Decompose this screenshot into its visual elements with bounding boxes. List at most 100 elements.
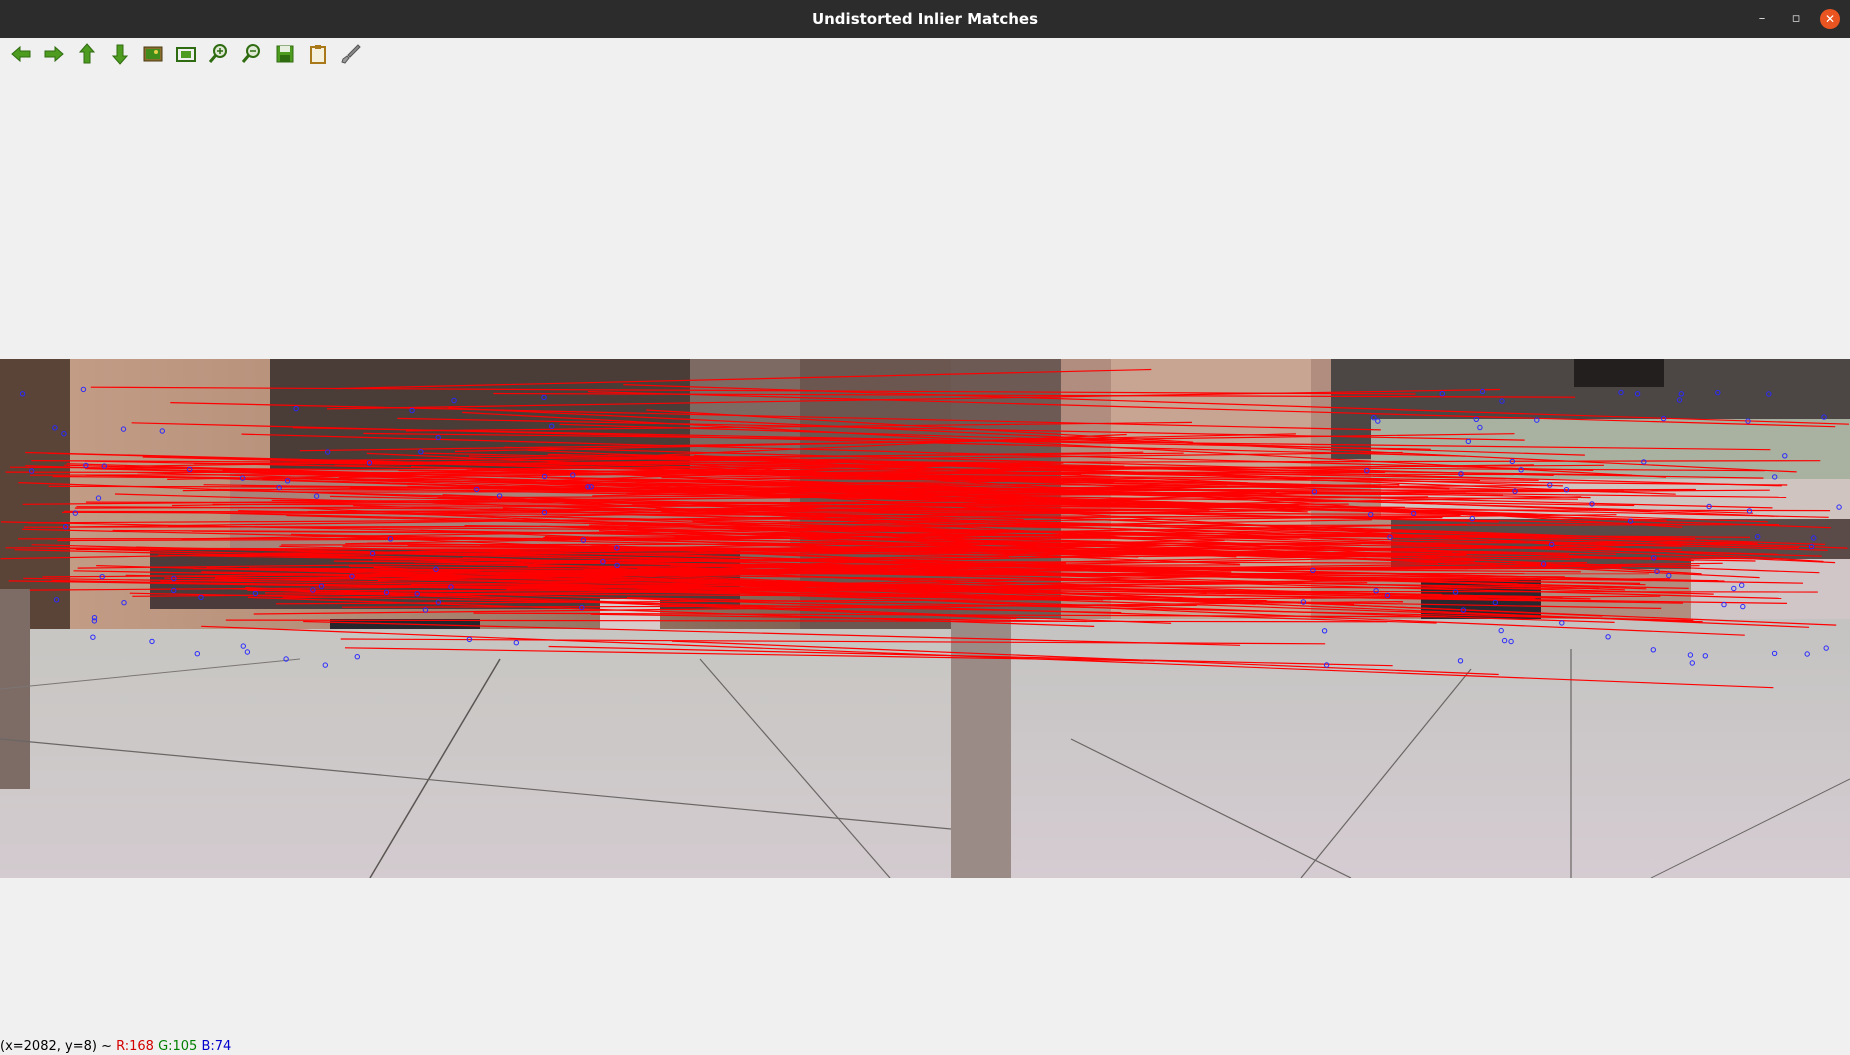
pan-up-button[interactable]	[74, 41, 100, 67]
keypoint-marker	[1498, 627, 1504, 634]
match-line	[559, 423, 1585, 456]
keypoint-marker	[1457, 658, 1464, 664]
keypoint-marker	[91, 615, 98, 621]
copy-button[interactable]	[305, 41, 331, 67]
keypoint-marker	[1731, 585, 1737, 592]
keypoint-marker	[1836, 504, 1842, 510]
keypoint-marker	[1492, 599, 1499, 606]
pan-right-button[interactable]	[41, 41, 67, 67]
keypoint-marker	[1702, 653, 1709, 659]
keypoint-marker	[52, 425, 58, 431]
keypoint-marker	[19, 391, 26, 397]
keypoint-marker	[240, 643, 247, 649]
keypoint-marker	[1499, 398, 1505, 404]
zoom-out-icon	[241, 44, 260, 63]
keypoint-marker	[80, 386, 87, 393]
keypoint-marker	[90, 634, 96, 640]
keypoint-marker	[409, 407, 415, 414]
keypoint-marker	[313, 493, 320, 499]
zoom-in-icon	[208, 44, 227, 63]
keypoint-marker	[244, 649, 251, 655]
arrow-up-icon	[78, 43, 96, 64]
match-overlay	[0, 368, 1850, 689]
match-line	[335, 368, 1152, 390]
keypoint-marker	[1323, 662, 1330, 668]
fit-window-icon	[176, 47, 196, 62]
keypoint-marker	[451, 397, 457, 404]
keypoint-marker	[1821, 414, 1827, 420]
blue-value: B:74	[201, 1039, 232, 1054]
save-icon	[276, 45, 294, 63]
keypoint-marker	[1439, 391, 1446, 397]
zoom-original-button[interactable]	[140, 41, 166, 67]
keypoint-marker	[1782, 453, 1788, 459]
keypoint-marker	[1373, 588, 1379, 594]
window-title: Undistorted Inlier Matches	[811, 10, 1039, 28]
keypoint-marker	[1641, 459, 1647, 465]
keypoint-marker	[418, 449, 424, 455]
keypoint-marker	[1508, 638, 1514, 645]
match-line	[588, 585, 1745, 636]
clipboard-icon	[310, 45, 326, 64]
keypoint-marker	[1477, 424, 1483, 431]
keypoint-marker	[53, 597, 60, 603]
keypoint-marker	[422, 607, 429, 613]
keypoint-marker	[1666, 572, 1672, 579]
keypoint-marker	[1715, 389, 1721, 396]
keypoint-marker	[1650, 647, 1657, 653]
keypoint-marker	[1687, 652, 1694, 658]
match-line	[303, 620, 1241, 646]
keypoint-marker	[61, 431, 67, 437]
keypoint-marker	[1375, 418, 1381, 424]
keypoint-marker	[1473, 416, 1480, 422]
cursor-coordinates: (x=2082, y=8) ~	[0, 1039, 117, 1054]
match-line	[588, 391, 1836, 428]
save-button[interactable]	[272, 41, 298, 67]
minimize-button[interactable]: –	[1752, 9, 1772, 29]
keypoint-marker	[121, 600, 127, 606]
keypoint-marker	[283, 656, 289, 662]
match-line	[326, 388, 1500, 410]
keypoint-marker	[1465, 438, 1472, 445]
keypoint-marker	[149, 638, 155, 645]
arrow-right-icon	[44, 45, 64, 63]
pan-down-button[interactable]	[107, 41, 133, 67]
title-bar: Undistorted Inlier Matches – ▫ ✕	[0, 0, 1850, 38]
keypoint-marker	[1605, 634, 1611, 640]
match-line	[340, 638, 1326, 645]
keypoint-marker	[1766, 391, 1772, 397]
arrow-down-icon	[111, 44, 129, 65]
match-line	[201, 625, 1774, 689]
green-value: G:105	[158, 1039, 198, 1054]
properties-button[interactable]	[338, 41, 364, 67]
keypoint-marker	[1559, 620, 1565, 626]
image-canvas[interactable]	[0, 68, 1850, 1041]
keypoint-marker	[1371, 415, 1377, 421]
keypoint-marker	[1811, 535, 1817, 541]
keypoint-marker	[293, 405, 299, 412]
toolbar	[0, 38, 1850, 68]
keypoint-marker	[1689, 660, 1696, 666]
keypoint-marker	[1740, 603, 1746, 610]
keypoint-marker	[322, 662, 328, 668]
maximize-button[interactable]: ▫	[1786, 9, 1806, 29]
status-bar: (x=2082, y=8) ~ R:168 G:105 B:74	[0, 1038, 1850, 1055]
keypoint-marker	[120, 426, 127, 432]
zoom-fit-button[interactable]	[173, 41, 199, 67]
keypoint-marker	[1755, 534, 1761, 540]
keypoint-marker	[1321, 628, 1328, 634]
arrow-left-icon	[11, 45, 31, 63]
zoom-out-button[interactable]	[239, 41, 265, 67]
zoom-in-button[interactable]	[206, 41, 232, 67]
keypoint-marker	[1501, 637, 1508, 644]
match-line	[623, 384, 1850, 425]
match-line	[671, 640, 1499, 676]
keypoint-marker	[1739, 582, 1745, 588]
close-button[interactable]: ✕	[1820, 9, 1840, 29]
image-icon	[143, 46, 163, 62]
keypoint-marker	[1804, 651, 1810, 657]
pan-left-button[interactable]	[8, 41, 34, 67]
keypoint-marker	[1634, 391, 1641, 397]
keypoint-marker	[1823, 645, 1829, 651]
match-line	[225, 619, 1388, 623]
